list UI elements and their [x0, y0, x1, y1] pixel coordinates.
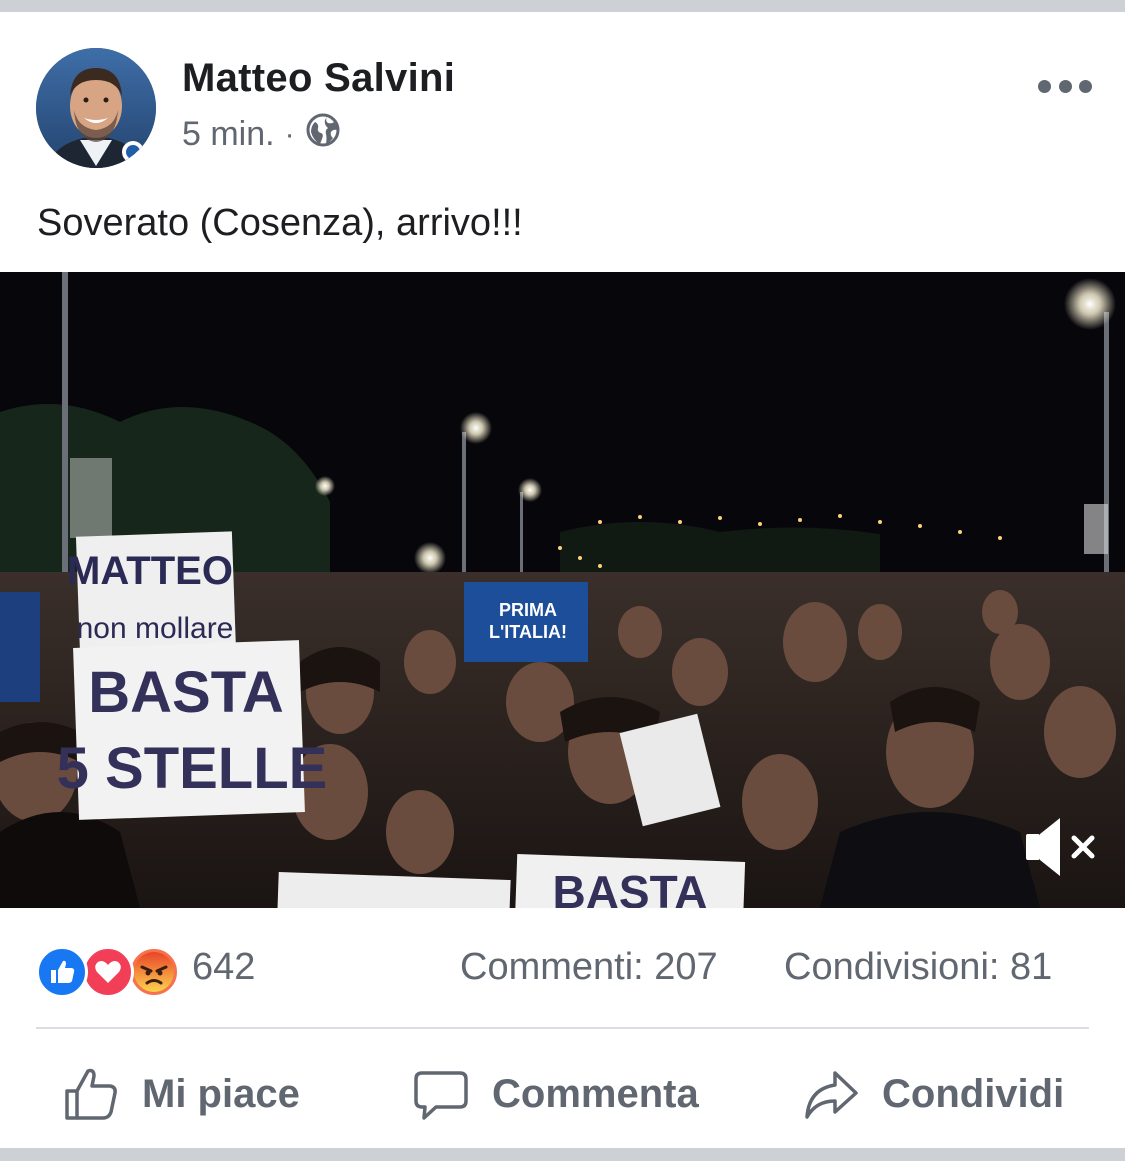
like-button[interactable]: Mi piace: [62, 1064, 300, 1124]
post-header: Matteo Salvini 5 min. · Soverato (Cosenz…: [0, 12, 1125, 272]
action-bar: Mi piace Commenta Condividi: [0, 1042, 1125, 1142]
comment-button[interactable]: Commenta: [412, 1064, 699, 1124]
avatar[interactable]: [36, 48, 156, 168]
share-button[interactable]: Condividi: [802, 1064, 1064, 1124]
reaction-count[interactable]: 642: [192, 946, 255, 989]
sign-text: BASTA: [552, 866, 707, 908]
comment-label: Commenta: [492, 1071, 699, 1116]
like-label: Mi piace: [142, 1071, 300, 1116]
comment-bubble-icon: [414, 1071, 468, 1120]
post-card: Matteo Salvini 5 min. · Soverato (Cosenz…: [0, 12, 1125, 1148]
banner-text: L'ITALIA!: [489, 622, 567, 642]
more-options-button[interactable]: [1038, 74, 1092, 98]
sign-text: 5 STELLE: [57, 736, 328, 801]
like-reaction-icon: [36, 946, 88, 998]
sign-basta-stelle: BASTA 5 STELLE: [57, 640, 328, 820]
angry-reaction-icon: [128, 946, 180, 998]
meta-separator: ·: [284, 117, 295, 151]
mute-button[interactable]: [1022, 812, 1102, 882]
post-meta: 5 min. ·: [182, 112, 341, 157]
reactions-bar: 642 Commenti: 207 Condivisioni: 81: [0, 932, 1125, 1012]
post-text: Soverato (Cosenza), arrivo!!!: [37, 202, 523, 244]
share-label: Condividi: [882, 1071, 1065, 1116]
video-player[interactable]: MATTEO non mollare BASTA 5 STELLE PRIMA …: [0, 272, 1125, 908]
post-time[interactable]: 5 min.: [182, 115, 275, 154]
sign-text: BASTA: [88, 660, 283, 725]
banner-text: PRIMA: [499, 600, 557, 620]
dot-icon: [1079, 79, 1092, 93]
dot-icon: [1038, 79, 1051, 93]
reaction-icons[interactable]: [36, 946, 186, 998]
comments-count[interactable]: Commenti: 207: [460, 946, 718, 989]
sign-basta-bottom: BASTA: [514, 854, 746, 908]
dot-icon: [1058, 79, 1072, 93]
shares-count[interactable]: Condivisioni: 81: [784, 946, 1052, 989]
divider: [36, 1027, 1089, 1029]
author-name[interactable]: Matteo Salvini: [182, 56, 455, 101]
sign-matteo: MATTEO non mollare: [67, 531, 237, 657]
thumbs-up-icon: [65, 1068, 117, 1120]
globe-icon: [305, 112, 341, 157]
love-reaction-icon: [82, 946, 134, 998]
sign-text: non mollare: [77, 612, 234, 645]
video-frame: MATTEO non mollare BASTA 5 STELLE PRIMA …: [0, 272, 1125, 908]
sign-text: MATTEO: [67, 549, 233, 593]
banner-prima-litalia: PRIMA L'ITALIA!: [464, 582, 588, 662]
share-arrow-icon: [805, 1071, 858, 1119]
speaker-muted-icon: [1026, 818, 1095, 876]
